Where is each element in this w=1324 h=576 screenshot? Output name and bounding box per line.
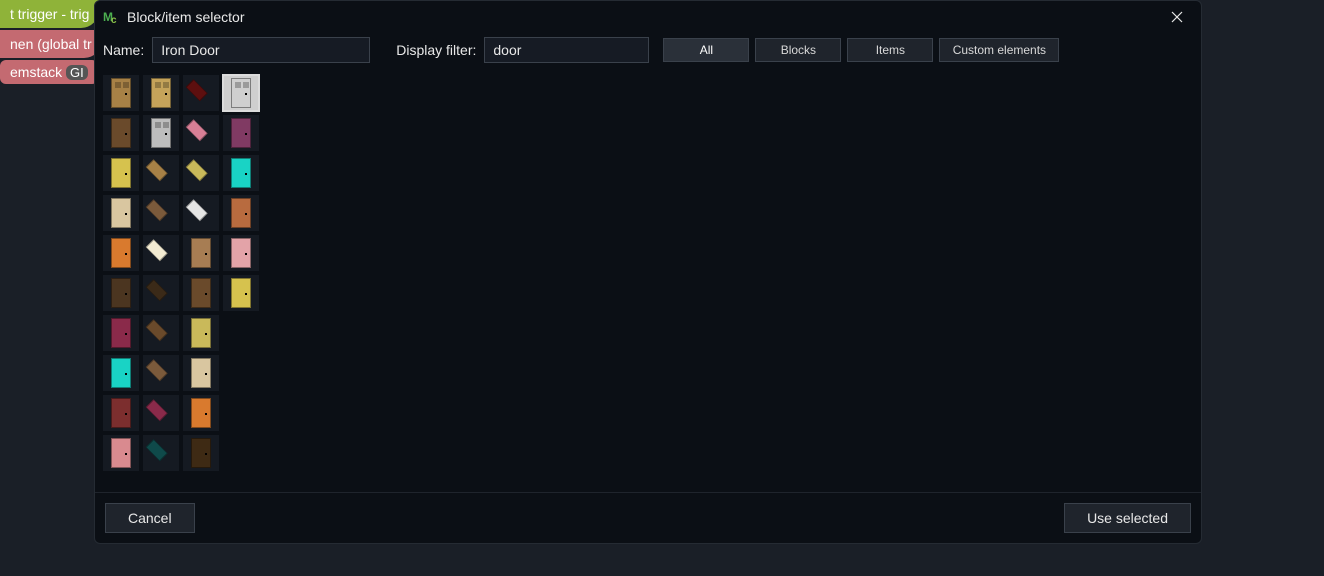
item-orange-door[interactable] [103,235,139,271]
item-brown-trapdoor[interactable] [143,195,179,231]
cancel-button[interactable]: Cancel [105,503,195,533]
item-brown-trapdoor-2[interactable] [143,355,179,391]
app-logo-icon: Mc [103,9,119,25]
item-oak-door[interactable] [103,75,139,111]
name-label: Name: [103,42,144,58]
item-acacia-door[interactable] [223,195,259,231]
bg-global-block: nen (global tr [0,30,102,58]
editor-background: t trigger - trig nen (global tr emstack … [0,0,102,84]
item-orange-door-2[interactable] [183,395,219,431]
close-icon [1171,11,1183,23]
bg-trigger-block: t trigger - trig [0,0,99,28]
name-input[interactable] [152,37,370,63]
item-mangrove-door[interactable] [103,395,139,431]
item-birch-item[interactable] [103,195,139,231]
use-selected-button[interactable]: Use selected [1064,503,1191,533]
item-crimson-door[interactable] [103,315,139,351]
filter-button-group: All Blocks Items Custom elements [663,38,1059,62]
svg-text:c: c [111,15,117,25]
item-spruce-trapdoor[interactable] [143,315,179,351]
item-iron-trapdoor[interactable] [183,195,219,231]
item-oak-door-lit[interactable] [143,75,179,111]
item-darkoak-door[interactable] [183,435,219,471]
item-iron-door[interactable] [223,75,259,111]
item-oak-trapdoor[interactable] [143,155,179,191]
filter-all-button[interactable]: All [663,38,749,62]
dialog-titlebar: Mc Block/item selector [95,1,1201,35]
item-bamboo-trapdoor[interactable] [183,155,219,191]
filter-items-button[interactable]: Items [847,38,933,62]
item-dark-trapdoor[interactable] [143,275,179,311]
item-grid [103,75,1193,471]
item-birch-trapdoor[interactable] [143,235,179,271]
item-dark-door[interactable] [103,275,139,311]
item-teal-trapdoor-2[interactable] [103,355,139,391]
dialog-controls-row: Name: Display filter: All Blocks Items C… [95,35,1201,69]
item-jungle-door[interactable] [183,235,219,271]
filter-label: Display filter: [396,42,476,58]
item-warped-door[interactable] [223,115,259,151]
bg-itemstack-block: emstack GI [0,60,98,84]
item-grid-container [95,69,1201,492]
bg-itemstack-label: emstack [10,64,62,80]
item-crimson-trapdoor-2[interactable] [143,395,179,431]
bg-itemstack-pill: GI [66,65,88,80]
filter-input[interactable] [484,37,649,63]
item-tealdk-trapdoor[interactable] [143,435,179,471]
block-item-selector-dialog: Mc Block/item selector Name: Display fil… [94,0,1202,544]
close-button[interactable] [1163,5,1191,29]
item-spruce-door[interactable] [103,115,139,151]
filter-blocks-button[interactable]: Blocks [755,38,841,62]
item-crimson-trapdoor[interactable] [183,75,219,111]
filter-custom-button[interactable]: Custom elements [939,38,1059,62]
item-teal-door[interactable] [223,155,259,191]
item-cherry-door[interactable] [103,435,139,471]
item-pink-trapdoor[interactable] [183,115,219,151]
item-birch-door-2[interactable] [183,355,219,391]
item-iron-door-2[interactable] [143,115,179,151]
dialog-footer: Cancel Use selected [95,492,1201,543]
item-spruce-door-2[interactable] [183,275,219,311]
item-yellow-door-2[interactable] [223,275,259,311]
item-bamboo-door[interactable] [183,315,219,351]
dialog-title: Block/item selector [127,9,1155,25]
item-yellow-door[interactable] [103,155,139,191]
item-pink-check-door[interactable] [223,235,259,271]
